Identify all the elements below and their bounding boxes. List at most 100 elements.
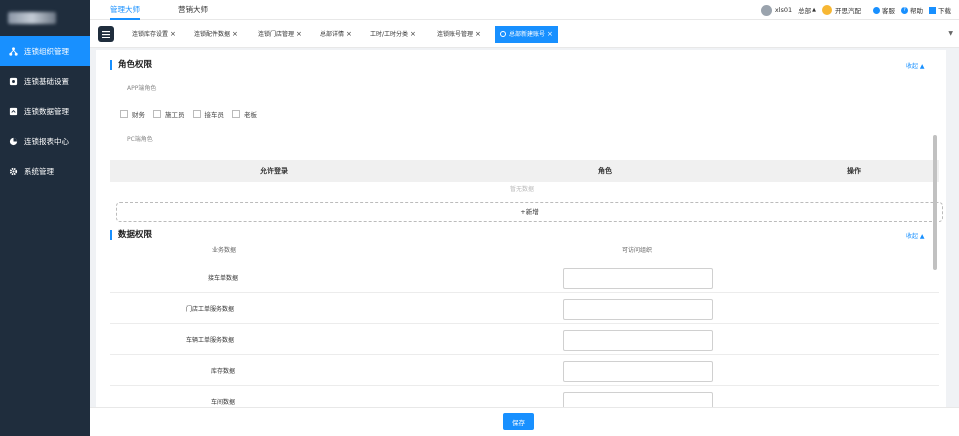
sidebar-item-report[interactable]: 连锁报表中心 bbox=[0, 126, 90, 156]
chat-icon bbox=[873, 6, 880, 14]
checkbox-receptionist[interactable]: 接车员 bbox=[192, 109, 224, 119]
table-row: 门店工单服务数据 bbox=[110, 293, 939, 324]
org-select-input[interactable] bbox=[563, 299, 713, 320]
col-role: 角色 bbox=[598, 167, 612, 175]
page-tab-label: 连锁账号管理 bbox=[437, 31, 474, 38]
page-tab[interactable]: 连锁门店管理 × bbox=[258, 28, 302, 41]
avatar bbox=[760, 4, 772, 16]
org-select-input[interactable] bbox=[563, 330, 713, 351]
col-action: 操作 bbox=[847, 167, 861, 175]
sidebar-item-system[interactable]: 系统管理 bbox=[0, 156, 90, 186]
role-table-header: 允许登录 角色 操作 bbox=[110, 160, 939, 182]
tab-marketing-master[interactable]: 营销大师 bbox=[178, 0, 208, 20]
row-label: 车间数据 bbox=[211, 399, 236, 406]
table-row: 车辆工单服务数据 bbox=[110, 324, 939, 355]
checkbox-label: 老板 bbox=[244, 111, 257, 119]
main-content: 角色权限 收起 ▲ APP端角色 财务 施工员 接车员 老板 PC端角色 允许登… bbox=[96, 50, 946, 407]
page-tab[interactable]: 连锁库存设置 × bbox=[132, 28, 176, 41]
close-icon[interactable]: × bbox=[232, 30, 238, 38]
sidebar-item-data[interactable]: 连锁数据管理 bbox=[0, 96, 90, 126]
add-role-button[interactable]: +新增 bbox=[116, 202, 943, 222]
help-label: 帮助 bbox=[910, 7, 923, 15]
table-row: 车间数据 bbox=[110, 386, 939, 407]
refresh-icon bbox=[500, 31, 506, 37]
close-icon[interactable]: × bbox=[346, 30, 352, 38]
role-section-title: 角色权限 bbox=[110, 60, 152, 70]
page-tab[interactable]: 总部详情 × bbox=[320, 28, 352, 41]
sidebar-item-org[interactable]: 连锁组织管理 bbox=[0, 36, 90, 66]
service-link[interactable]: 客服 bbox=[873, 5, 895, 15]
checkbox-box[interactable] bbox=[153, 110, 161, 118]
checkbox-box[interactable] bbox=[120, 110, 128, 118]
help-link[interactable]: ? 帮助 bbox=[901, 5, 923, 15]
page-tab-label: 工时/工时分类 bbox=[370, 31, 409, 38]
close-icon[interactable]: × bbox=[410, 30, 416, 38]
hamburger-icon bbox=[102, 30, 110, 38]
checkbox-label: 财务 bbox=[132, 111, 145, 119]
empty-data-text: 暂无数据 bbox=[510, 186, 535, 193]
checkbox-finance[interactable]: 财务 bbox=[120, 109, 145, 119]
table-row: 接车单数据 bbox=[110, 262, 939, 293]
sidebar-item-label: 连锁数据管理 bbox=[24, 106, 69, 116]
col-business-data: 业务数据 bbox=[212, 247, 237, 254]
logo bbox=[0, 0, 90, 36]
store-icon bbox=[822, 5, 832, 15]
data-icon bbox=[8, 106, 18, 116]
page-tab-label: 总部详情 bbox=[320, 31, 345, 38]
sidebar-item-label: 系统管理 bbox=[24, 166, 54, 176]
report-icon bbox=[8, 136, 18, 146]
table-row: 库存数据 bbox=[110, 355, 939, 386]
close-icon[interactable]: × bbox=[296, 30, 302, 38]
branch-menu[interactable]: 总部 ▲ bbox=[798, 5, 816, 15]
sidebar-item-label: 连锁组织管理 bbox=[24, 46, 69, 56]
top-bar: 管理大师 营销大师 xls01 总部 ▲ 开思汽配 客服 ? 帮助 下载 bbox=[90, 0, 959, 20]
caret-up-icon: ▲ bbox=[812, 7, 816, 13]
tab-management-master[interactable]: 管理大师 bbox=[110, 0, 140, 20]
grid-icon bbox=[929, 6, 936, 14]
gear-icon bbox=[8, 166, 18, 176]
data-table-header: 业务数据 可访问组织 bbox=[110, 242, 939, 256]
branch-label: 总部 bbox=[798, 7, 812, 15]
service-label: 客服 bbox=[882, 7, 895, 15]
sidebar-item-basic[interactable]: 连锁基础设置 bbox=[0, 66, 90, 96]
page-tab-active[interactable]: 总部新建账号 × bbox=[495, 26, 558, 43]
store-label: 开思汽配 bbox=[835, 7, 861, 15]
close-icon[interactable]: × bbox=[170, 30, 176, 38]
checkbox-label: 施工员 bbox=[165, 111, 185, 119]
page-tab[interactable]: 连锁配件数据 × bbox=[194, 28, 238, 41]
data-collapse-link[interactable]: 收起 ▲ bbox=[906, 231, 925, 240]
help-icon: ? bbox=[901, 6, 908, 14]
menu-toggle-button[interactable] bbox=[98, 26, 114, 42]
checkbox-box[interactable] bbox=[192, 110, 201, 118]
sidebar-item-label: 连锁基础设置 bbox=[24, 76, 69, 86]
col-accessible-org: 可访问组织 bbox=[622, 247, 653, 254]
row-label: 库存数据 bbox=[211, 368, 236, 375]
role-collapse-link[interactable]: 收起 ▲ bbox=[906, 61, 925, 70]
page-tab-label: 连锁配件数据 bbox=[194, 31, 231, 38]
org-select-input[interactable] bbox=[563, 268, 713, 289]
org-select-input[interactable] bbox=[563, 392, 713, 407]
vertical-scrollbar[interactable] bbox=[933, 135, 937, 270]
top-right-menu: xls01 总部 ▲ 开思汽配 客服 ? 帮助 下载 bbox=[755, 0, 951, 20]
store-menu[interactable]: 开思汽配 bbox=[822, 5, 861, 15]
page-tab[interactable]: 工时/工时分类 × bbox=[370, 28, 416, 41]
page-tabs-bar: 连锁库存设置 × 连锁配件数据 × 连锁门店管理 × 总部详情 × 工时/工时分类 × 连… bbox=[90, 20, 959, 48]
checkbox-box[interactable] bbox=[232, 110, 240, 118]
page-tab[interactable]: 连锁账号管理 × bbox=[437, 28, 481, 41]
user-menu[interactable]: xls01 bbox=[760, 4, 792, 16]
download-label: 下载 bbox=[938, 7, 951, 15]
page-tab-label: 总部新建账号 bbox=[509, 31, 546, 38]
close-icon[interactable]: × bbox=[475, 30, 481, 38]
sidebar-item-label: 连锁报表中心 bbox=[24, 136, 69, 146]
page-tab-label: 连锁库存设置 bbox=[132, 31, 169, 38]
page-tab-label: 连锁门店管理 bbox=[258, 31, 295, 38]
checkbox-technician[interactable]: 施工员 bbox=[153, 109, 185, 119]
tabs-dropdown-icon[interactable]: ▼ bbox=[948, 30, 953, 37]
checkbox-boss[interactable]: 老板 bbox=[232, 109, 257, 119]
settings-box-icon bbox=[8, 76, 18, 86]
org-select-input[interactable] bbox=[563, 361, 713, 382]
save-button[interactable]: 保存 bbox=[503, 413, 534, 430]
app-role-checkboxes: 财务 施工员 接车员 老板 bbox=[120, 109, 265, 119]
download-link[interactable]: 下载 bbox=[929, 5, 951, 15]
close-icon[interactable]: × bbox=[547, 30, 553, 38]
